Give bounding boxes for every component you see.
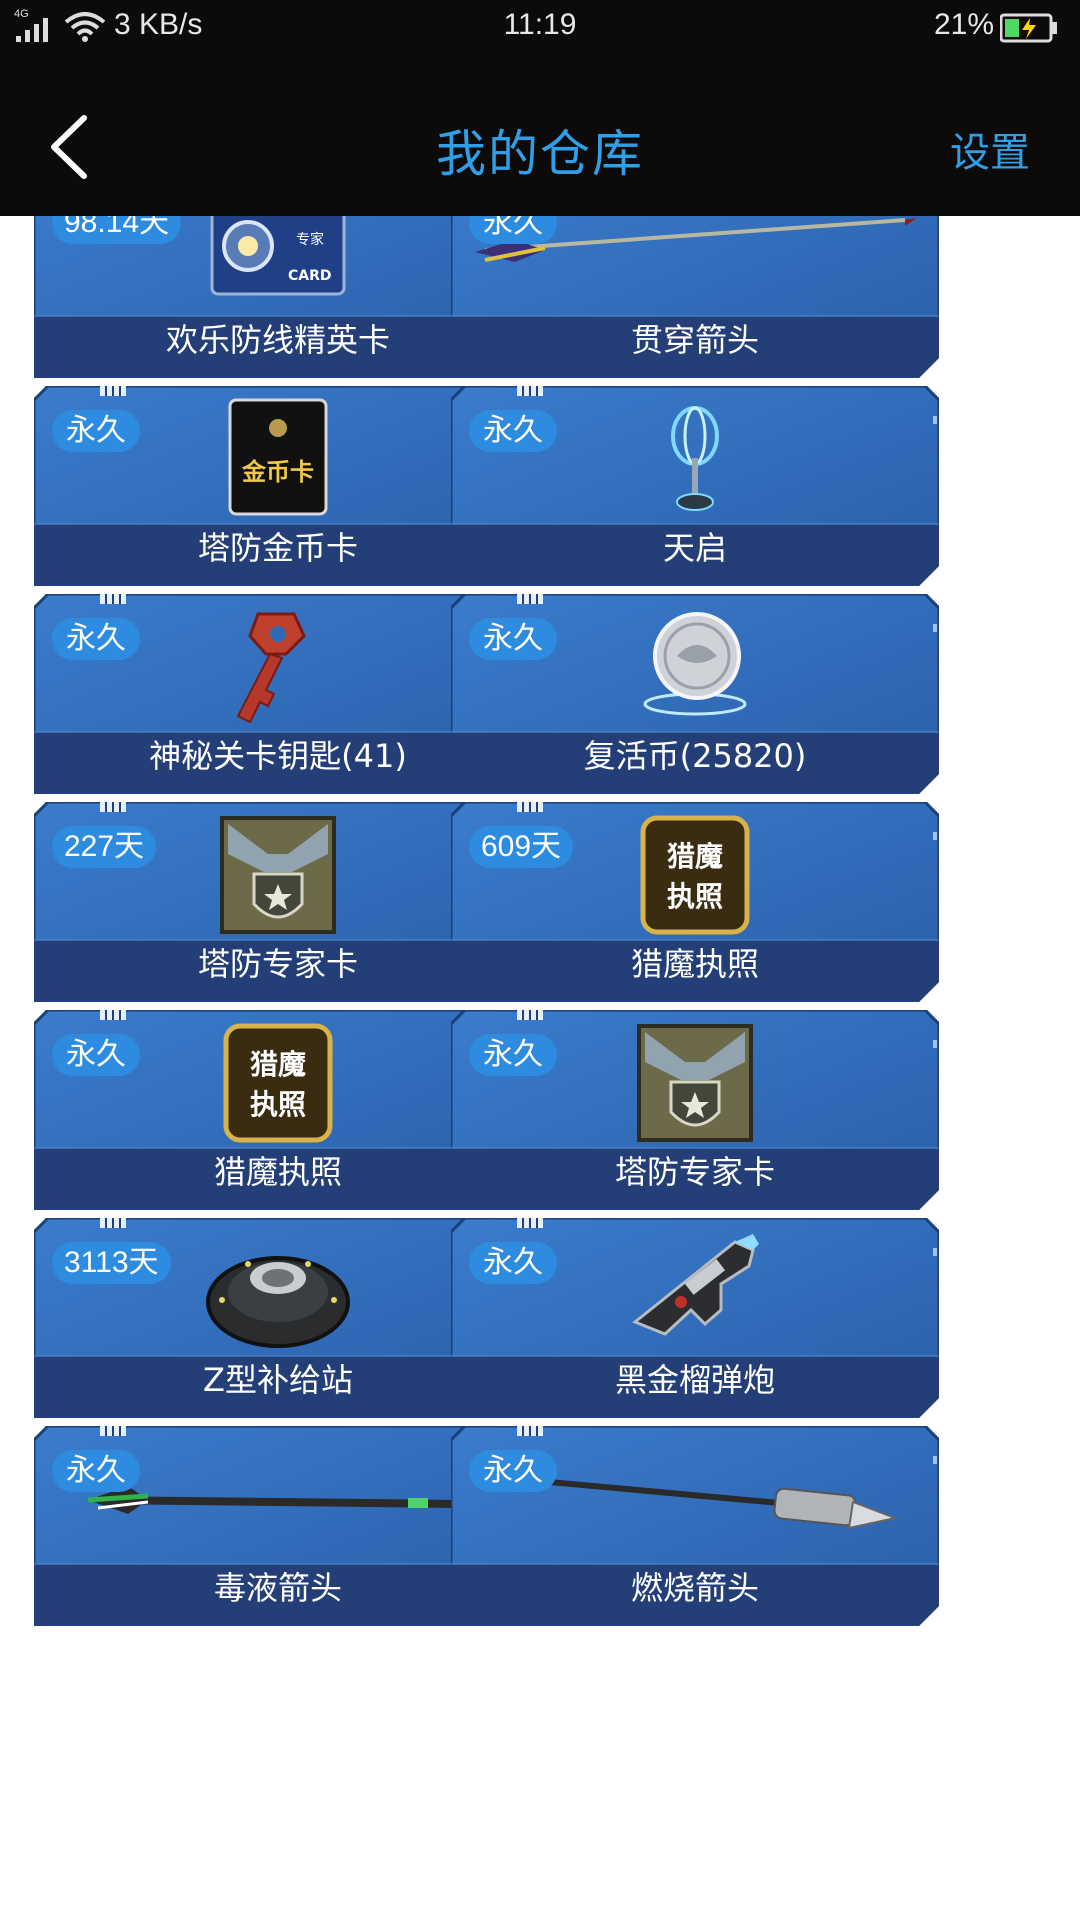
- item-name: 塔防专家卡: [197, 945, 358, 983]
- elite-card-icon: 专家 CARD: [210, 216, 346, 296]
- card-art-text: 猎魔: [667, 840, 723, 873]
- duration-badge: 609天: [469, 826, 574, 868]
- app-header: 我的仓库 设置: [0, 54, 1080, 216]
- card-art-text: 执照: [667, 880, 723, 913]
- expert-card-icon: [220, 816, 336, 934]
- status-bar: 4G 3 KB/s 11:19 21%: [0, 0, 1080, 54]
- card-art-text: 专家: [296, 231, 324, 248]
- page-title: 我的仓库: [436, 125, 644, 183]
- item-card[interactable]: 猎魔 执照 609天 猎魔执照: [451, 802, 939, 1002]
- item-card[interactable]: 猎魔 执照 永久 猎魔执照: [34, 1010, 522, 1210]
- item-name: 塔防金币卡: [197, 529, 358, 567]
- grenade-launcher-icon: [632, 1234, 759, 1336]
- duration-badge: 永久: [469, 1450, 557, 1492]
- hunter-license-icon: 猎魔 执照: [640, 815, 750, 935]
- duration-badge: 永久: [469, 1242, 557, 1284]
- item-card[interactable]: 永久 黑金榴弹炮: [451, 1218, 939, 1418]
- item-card[interactable]: 永久 塔防专家卡: [451, 1010, 939, 1210]
- duration-badge: 永久: [52, 1034, 140, 1076]
- item-name: 燃烧箭头: [630, 1569, 759, 1607]
- duration-badge: 永久: [52, 1450, 140, 1492]
- duration-badge: 3113天: [52, 1242, 171, 1284]
- item-card[interactable]: 专家 CARD 98.14天 欢乐防线精英卡: [34, 216, 522, 378]
- burning-arrow-icon: [504, 1475, 899, 1530]
- item-name: 贯穿箭头: [630, 321, 759, 359]
- battery-icon: [1000, 13, 1057, 43]
- item-name: 猎魔执照: [213, 1153, 342, 1191]
- item-card[interactable]: 金币卡 永久 塔防金币卡: [34, 386, 522, 586]
- supply-station-icon: [206, 1256, 350, 1348]
- card-art-text: 金币卡: [241, 458, 314, 486]
- item-card[interactable]: 永久 神秘关卡钥匙(41): [34, 594, 522, 794]
- duration-badge: 永久: [52, 410, 140, 452]
- item-name: 塔防专家卡: [614, 1153, 775, 1191]
- duration-badge: 永久: [469, 216, 557, 244]
- hunter-license-icon: 猎魔 执照: [223, 1023, 333, 1143]
- duration-badge: 永久: [52, 618, 140, 660]
- item-card[interactable]: 227天 塔防专家卡: [34, 802, 522, 1002]
- duration-badge: 永久: [469, 1034, 557, 1076]
- settings-button[interactable]: 设置: [950, 120, 1030, 178]
- item-card[interactable]: 永久 天启: [451, 386, 939, 586]
- venom-arrow-icon: [87, 1486, 488, 1514]
- card-art-text: 执照: [250, 1088, 306, 1121]
- item-name: 毒液箭头: [213, 1569, 342, 1607]
- item-name: 天启: [662, 529, 727, 567]
- item-card[interactable]: 永久 毒液箭头: [34, 1426, 522, 1626]
- duration-badge: 永久: [469, 410, 557, 452]
- card-art-text: 猎魔: [250, 1048, 306, 1081]
- item-card[interactable]: 3113天 Z型补给站: [34, 1218, 522, 1418]
- revive-coin-icon: [643, 612, 747, 716]
- item-card[interactable]: 永久 贯穿箭头: [451, 216, 939, 378]
- item-name: 复活币(25820): [583, 737, 807, 775]
- card-art-text: CARD: [288, 268, 332, 284]
- gold-card-icon: 金币卡: [228, 398, 328, 516]
- expert-card-icon: [637, 1024, 753, 1142]
- clock: 11:19: [503, 8, 577, 41]
- duration-badge: 98.14天: [52, 216, 182, 244]
- key-icon: [236, 612, 306, 724]
- item-name: 黑金榴弹炮: [614, 1361, 775, 1399]
- duration-badge: 永久: [469, 618, 557, 660]
- item-name: 猎魔执照: [630, 945, 759, 983]
- item-name: Z型补给站: [203, 1361, 353, 1399]
- item-card[interactable]: 永久 燃烧箭头: [451, 1426, 939, 1626]
- arrow-icon: [475, 218, 917, 262]
- item-name: 神秘关卡钥匙(41): [149, 737, 407, 775]
- item-grid: 专家 CARD 98.14天 欢乐防线精英卡 永久 贯穿箭头 金币卡 永久 塔防…: [0, 216, 1080, 1920]
- apocalypse-icon: [671, 406, 719, 511]
- item-name: 欢乐防线精英卡: [165, 321, 390, 359]
- duration-badge: 227天: [52, 826, 157, 868]
- battery-percent: 21%: [933, 8, 994, 41]
- item-card[interactable]: 永久 复活币(25820): [451, 594, 939, 794]
